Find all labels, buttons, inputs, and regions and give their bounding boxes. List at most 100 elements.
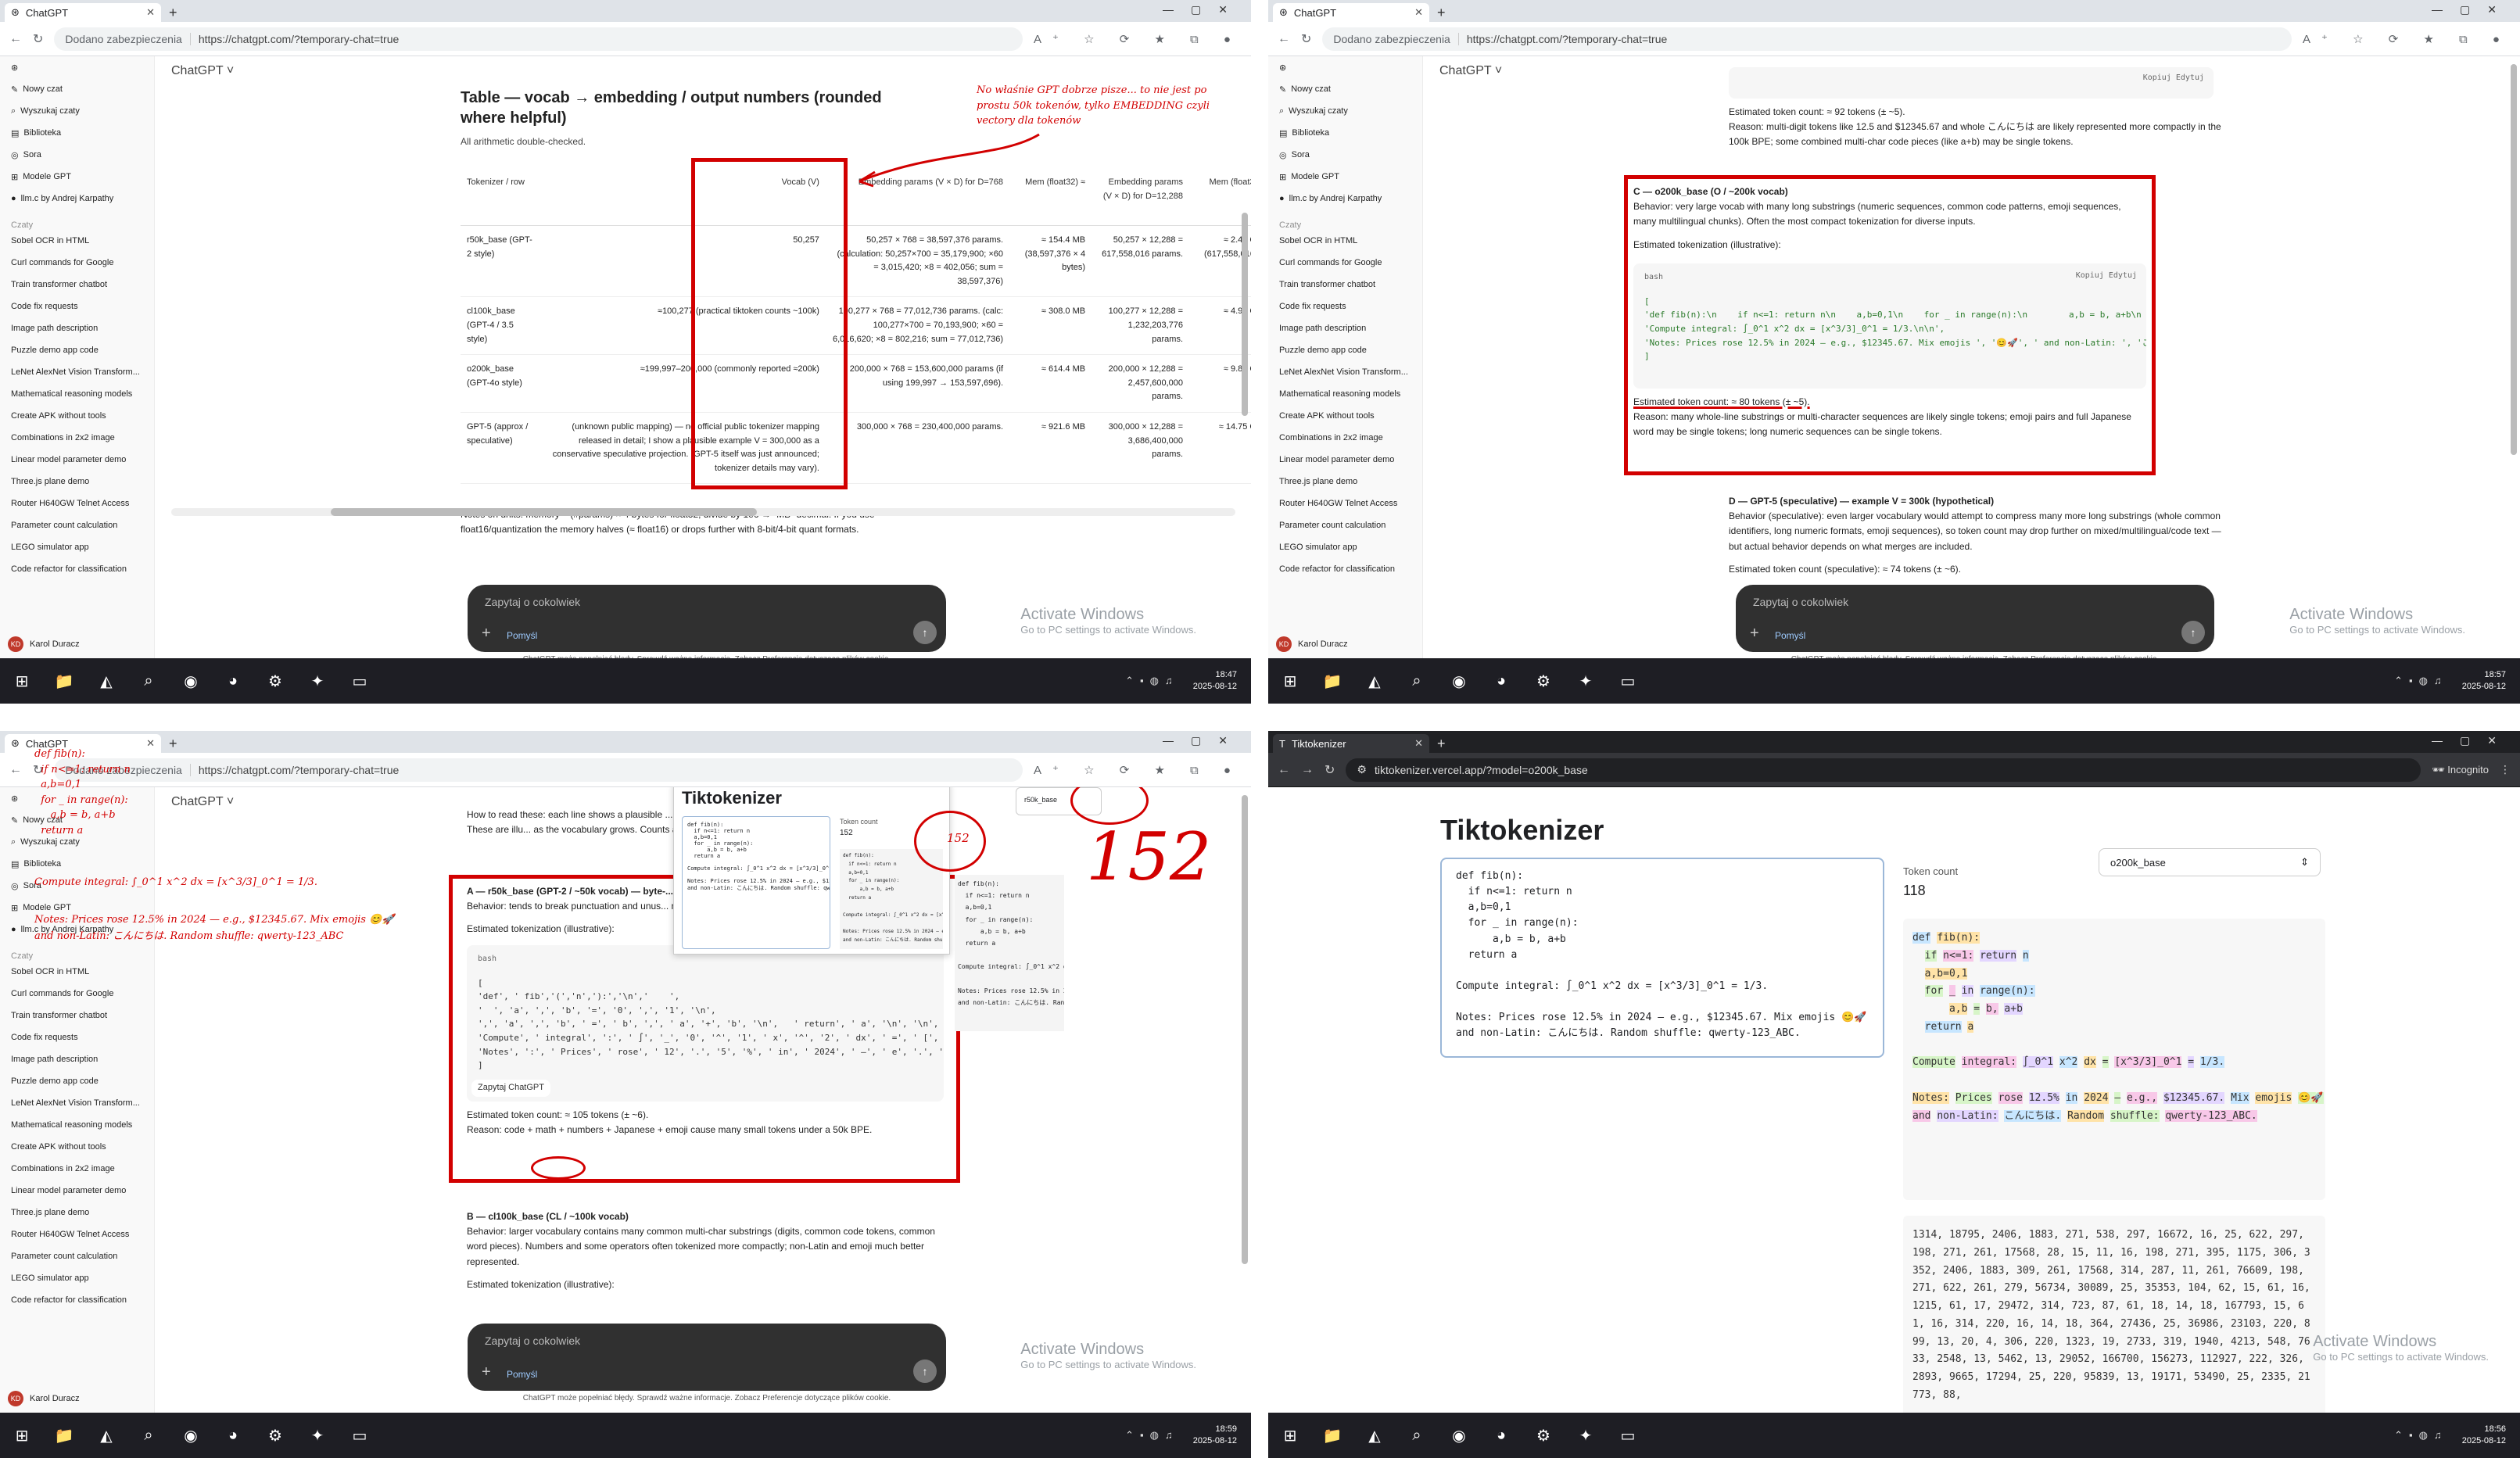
sidebar-chat-item[interactable]: Curl commands for Google (0, 983, 154, 1005)
app-icon[interactable]: ◭ (1360, 1421, 1389, 1449)
scrollbar[interactable] (1242, 213, 1248, 416)
chrome-icon[interactable]: ◕ (1487, 667, 1515, 695)
sidebar-chat-item[interactable]: Puzzle demo app code (1268, 339, 1422, 361)
forward-icon[interactable]: → (1301, 763, 1314, 777)
ask-chatgpt-chip[interactable]: Zapytaj ChatGPT (471, 1079, 550, 1097)
start-icon[interactable]: ⊞ (8, 1421, 36, 1449)
model-selector[interactable]: ChatGPT ˅ (1439, 64, 1502, 78)
sidebar-library[interactable]: ▤ Biblioteka (1268, 122, 1422, 144)
python-icon[interactable]: ✦ (303, 1421, 332, 1449)
sidebar-chat-item[interactable]: Code fix requests (0, 1026, 154, 1048)
sidebar-chat-item[interactable]: Puzzle demo app code (0, 339, 154, 361)
user-profile[interactable]: KD Karol Duracz (1276, 636, 1348, 652)
back-icon[interactable]: ← (1278, 32, 1290, 46)
sidebar-chat-item[interactable]: Combinations in 2x2 image (1268, 427, 1422, 449)
python-icon[interactable]: ✦ (1572, 1421, 1600, 1449)
edge-icon[interactable]: ◉ (177, 667, 205, 695)
sidebar-chat-item[interactable]: Image path description (0, 317, 154, 339)
sidebar-chat-item[interactable]: Train transformer chatbot (0, 274, 154, 296)
app-icon[interactable]: ◭ (1360, 667, 1389, 695)
sidebar-chat-item[interactable]: Code fix requests (0, 296, 154, 317)
composer[interactable]: Zapytaj o cokolwiek + Pomyśl ↑ (1736, 585, 2214, 652)
terminal-icon[interactable]: ▭ (346, 1421, 374, 1449)
sidebar-chat-item[interactable]: Parameter count calculation (0, 514, 154, 536)
start-icon[interactable]: ⊞ (8, 667, 36, 695)
sidebar-chat-item[interactable]: Train transformer chatbot (1268, 274, 1422, 296)
sidebar-chat-item[interactable]: Linear model parameter demo (0, 1180, 154, 1202)
close-tab-icon[interactable]: ✕ (1414, 6, 1423, 19)
omnibox[interactable]: Dodano zabezpieczenia https://chatgpt.co… (54, 758, 1023, 782)
system-tray-icons[interactable]: ⌃▪◍♫ (1125, 1429, 1179, 1442)
user-profile[interactable]: KD Karol Duracz (8, 636, 80, 652)
close-tab-icon[interactable]: ✕ (146, 6, 155, 19)
reload-icon[interactable]: ↻ (1325, 762, 1335, 778)
sidebar-chat-item[interactable]: Linear model parameter demo (1268, 449, 1422, 471)
sidebar-chat-item[interactable]: LEGO simulator app (1268, 536, 1422, 558)
sidebar-chat-item[interactable]: Sobel OCR in HTML (0, 961, 154, 983)
browser-toolbar-icons[interactable]: A⁺ ☆ ⟳ ★ ⧉ ● (1034, 32, 1242, 46)
sidebar-chat-item[interactable]: Code refactor for classification (0, 1289, 154, 1311)
search-icon[interactable]: ⌕ (134, 667, 163, 695)
popup-input[interactable]: def fib(n): if n<=1: return n a,b=0,1 fo… (682, 816, 830, 949)
sidebar-chat-item[interactable]: Create APK without tools (0, 1136, 154, 1158)
url-text[interactable]: tiktokenizer.vercel.app/?model=o200k_bas… (1375, 764, 1588, 776)
sidebar-chat-item[interactable]: LEGO simulator app (0, 536, 154, 558)
think-tool-chip[interactable]: Pomyśl (507, 1369, 537, 1380)
sidebar-chat-item[interactable]: Parameter count calculation (0, 1245, 154, 1267)
sidebar-chat-item[interactable]: Combinations in 2x2 image (0, 1158, 154, 1180)
sidebar-chat-item[interactable]: Create APK without tools (0, 405, 154, 427)
url-text[interactable]: https://chatgpt.com/?temporary-chat=true (199, 33, 399, 45)
sidebar-chat-item[interactable]: Parameter count calculation (1268, 514, 1422, 536)
sidebar-chat-item[interactable]: Sobel OCR in HTML (1268, 230, 1422, 252)
think-tool-chip[interactable]: Pomyśl (507, 630, 537, 641)
python-icon[interactable]: ✦ (303, 667, 332, 695)
chrome-icon[interactable]: ◕ (219, 667, 247, 695)
composer-input[interactable]: Zapytaj o cokolwiek (485, 596, 580, 608)
model-selector[interactable]: ChatGPT ˅ (171, 795, 234, 809)
sidebar-chat-item[interactable]: Puzzle demo app code (0, 1070, 154, 1092)
start-icon[interactable]: ⊞ (1276, 1421, 1304, 1449)
window-controls[interactable]: —▢✕ (2432, 3, 2514, 16)
add-attachment-icon[interactable]: + (482, 1363, 491, 1381)
browser-toolbar-icons[interactable]: A⁺ ☆ ⟳ ★ ⧉ ● (2303, 32, 2511, 46)
sidebar-chat-item[interactable]: Curl commands for Google (0, 252, 154, 274)
menu-icon[interactable]: ⋮ (2500, 763, 2511, 776)
sidebar-chat-item[interactable]: Sobel OCR in HTML (0, 230, 154, 252)
sidebar-custom-gpt[interactable]: ● llm.c by Andrej Karpathy (1268, 188, 1422, 210)
app-icon[interactable]: ⚙ (261, 667, 289, 695)
new-tab-button[interactable]: + (169, 3, 177, 22)
table-hscroll[interactable] (171, 508, 1235, 516)
sidebar-chat-item[interactable]: Mathematical reasoning models (0, 383, 154, 405)
app-icon[interactable]: ⚙ (261, 1421, 289, 1449)
user-profile[interactable]: KD Karol Duracz (8, 1391, 80, 1406)
omnibox[interactable]: Dodano zabezpieczenia https://chatgpt.co… (1322, 27, 2292, 51)
sidebar-chat-item[interactable]: Curl commands for Google (1268, 252, 1422, 274)
hscroll-thumb[interactable] (331, 508, 757, 516)
sidebar-gpts[interactable]: ⊞ Modele GPT (1268, 166, 1422, 188)
back-icon[interactable]: ← (9, 763, 22, 777)
sidebar-chat-item[interactable]: Code fix requests (1268, 296, 1422, 317)
omnibox[interactable]: Dodano zabezpieczenia https://chatgpt.co… (54, 27, 1023, 51)
model-select[interactable]: o200k_base ⇕ (2099, 848, 2321, 876)
incognito-badge[interactable]: 🕶 Incognito (2432, 764, 2489, 776)
file-explorer-icon[interactable]: 📁 (50, 667, 78, 695)
search-icon[interactable]: ⌕ (1403, 667, 1431, 695)
system-tray-icons[interactable]: ⌃▪◍♫ (2394, 1429, 2448, 1442)
clock[interactable]: 18:47 2025-08-12 (1193, 669, 1243, 693)
close-tab-icon[interactable]: ✕ (146, 737, 155, 750)
openai-logo-icon[interactable]: ⊛ (0, 56, 154, 78)
sidebar-new-chat[interactable]: ✎ Nowy czat (1268, 78, 1422, 100)
sidebar-chat-item[interactable]: Mathematical reasoning models (1268, 383, 1422, 405)
composer-input[interactable]: Zapytaj o cokolwiek (485, 1334, 580, 1347)
terminal-icon[interactable]: ▭ (1614, 667, 1642, 695)
browser-tab[interactable]: ⊛ ChatGPT ✕ (1273, 3, 1429, 22)
composer[interactable]: Zapytaj o cokolwiek + Pomyśl ↑ (468, 1324, 946, 1391)
site-info-icon[interactable]: ⚙ (1357, 763, 1367, 776)
browser-tab[interactable]: T Tiktokenizer ✕ (1273, 734, 1429, 753)
sidebar-sora[interactable]: ◎ Sora (1268, 144, 1422, 166)
window-controls[interactable]: —▢✕ (2432, 734, 2514, 747)
send-icon[interactable]: ↑ (913, 621, 937, 644)
clock[interactable]: 18:59 2025-08-12 (1193, 1424, 1243, 1448)
sidebar-chat-item[interactable]: Train transformer chatbot (0, 1005, 154, 1026)
start-icon[interactable]: ⊞ (1276, 667, 1304, 695)
